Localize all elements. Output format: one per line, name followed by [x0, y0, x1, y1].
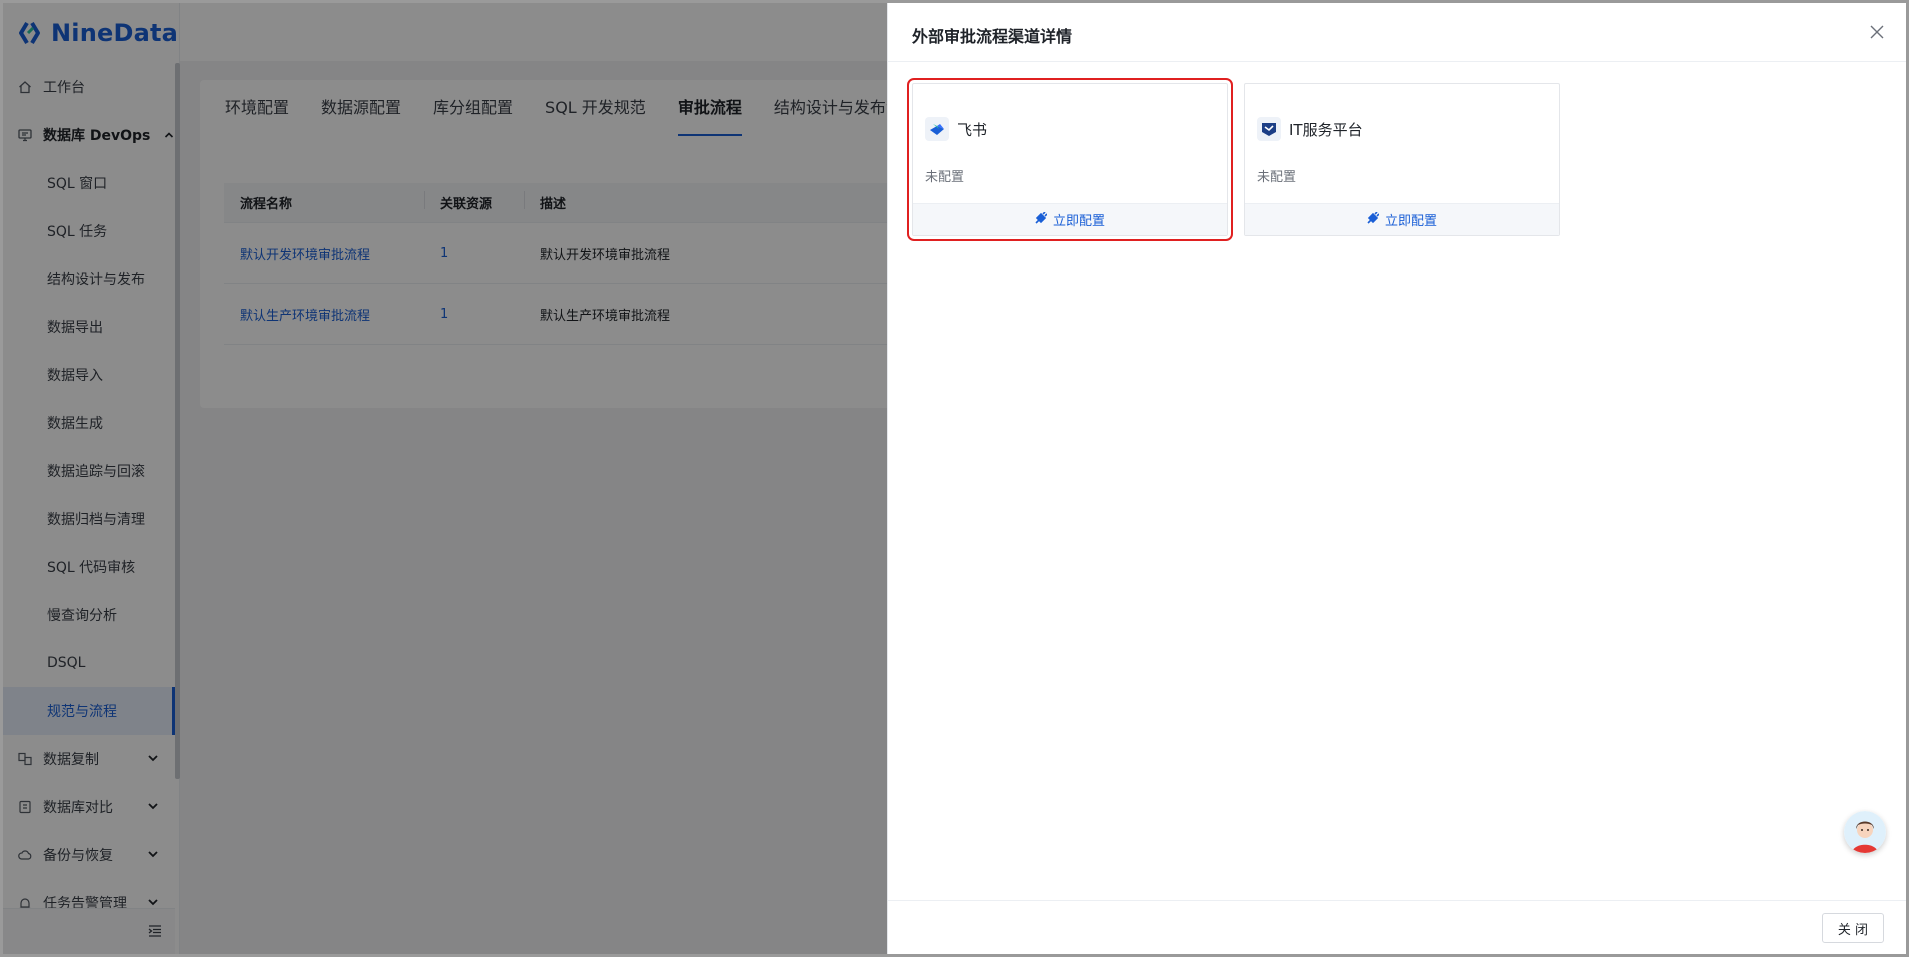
configure-now-label: 立即配置 [1384, 214, 1437, 229]
configure-now-button[interactable]: 立即配置 [1245, 203, 1559, 235]
plug-icon [1367, 210, 1380, 228]
close-icon[interactable] [1870, 25, 1884, 39]
configure-now-label: 立即配置 [1052, 214, 1105, 229]
drawer-footer: 关 闭 [888, 900, 1906, 954]
modal-mask[interactable] [3, 3, 887, 954]
drawer-header: 外部审批流程渠道详情 [888, 3, 1906, 62]
support-avatar-icon[interactable] [1844, 811, 1886, 853]
plug-icon [1035, 210, 1048, 228]
external-approval-drawer: 外部审批流程渠道详情 飞书 未配置 立即配置 IT服务平台 未配置 立即配置 关… [887, 3, 1906, 954]
close-button[interactable]: 关 闭 [1822, 913, 1884, 943]
card-header: IT服务平台 [1257, 117, 1363, 141]
it-service-logo-icon [1257, 117, 1281, 141]
app-window: NineData 工作台 数据库 DevOps SQL 窗口 SQL 任务 结构… [0, 0, 1909, 957]
feishu-logo-icon [925, 117, 949, 141]
channel-name: IT服务平台 [1289, 120, 1363, 139]
channel-status: 未配置 [1257, 170, 1297, 185]
channel-status: 未配置 [925, 170, 965, 185]
channel-name: 飞书 [957, 120, 988, 139]
card-header: 飞书 [925, 117, 987, 141]
configure-now-button[interactable]: 立即配置 [913, 203, 1227, 235]
drawer-title: 外部审批流程渠道详情 [912, 27, 1073, 46]
channel-card-feishu: 飞书 未配置 立即配置 [907, 78, 1233, 241]
channel-card-it-service: IT服务平台 未配置 立即配置 [1244, 83, 1560, 236]
